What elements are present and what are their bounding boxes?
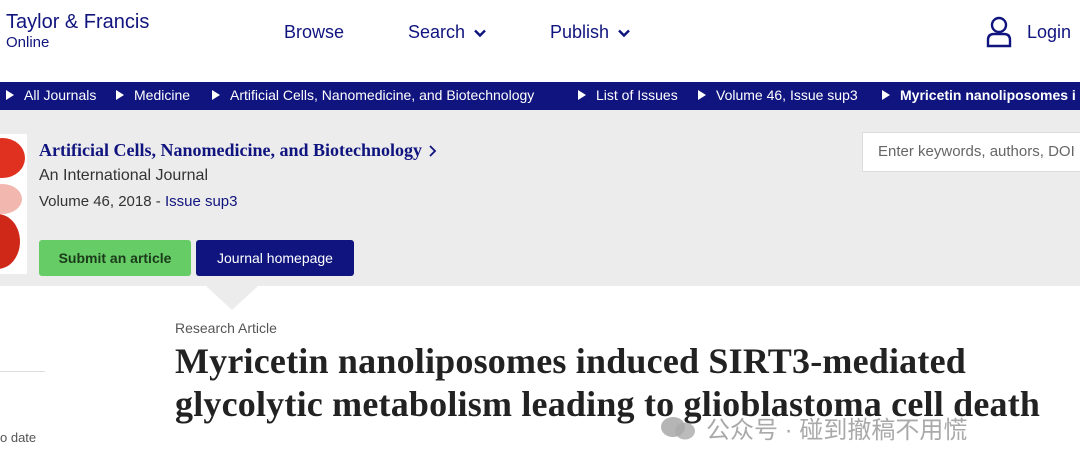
breadcrumb-list-of-issues[interactable]: List of Issues (578, 87, 678, 103)
journal-title-link[interactable]: Artificial Cells, Nanomedicine, and Biot… (39, 140, 437, 161)
journal-title: Artificial Cells, Nanomedicine, and Biot… (39, 140, 422, 160)
nav-browse[interactable]: Browse (284, 22, 344, 43)
breadcrumb-arrow-icon (578, 90, 586, 100)
tandf-logo[interactable]: Taylor & Francis Online (6, 12, 149, 50)
nav-publish-label: Publish (550, 22, 610, 42)
nav-search-label: Search (408, 22, 466, 42)
user-icon (986, 16, 1012, 48)
nav-browse-label: Browse (284, 22, 345, 42)
breadcrumb-label: Myricetin nanoliposomes i (900, 87, 1076, 103)
logo-line2: Online (6, 34, 50, 51)
chevron-right-icon (429, 144, 437, 157)
breadcrumb-label: All Journals (24, 87, 97, 103)
search-input[interactable]: Enter keywords, authors, DOI (862, 132, 1080, 172)
breadcrumb-arrow-icon (116, 90, 124, 100)
breadcrumb-arrow-icon (6, 90, 14, 100)
breadcrumb-label: List of Issues (596, 87, 678, 103)
breadcrumb-volume[interactable]: Volume 46, Issue sup3 (698, 87, 858, 103)
article-type: Research Article (175, 320, 277, 336)
breadcrumb-label: Medicine (134, 87, 191, 103)
breadcrumb-arrow-icon (212, 90, 220, 100)
breadcrumb: All Journals Medicine Artificial Cells, … (0, 82, 1080, 110)
journal-homepage-button[interactable]: Journal homepage (196, 240, 354, 276)
chevron-down-icon (474, 29, 486, 37)
breadcrumb-label: Artificial Cells, Nanomedicine, and Biot… (230, 87, 535, 103)
breadcrumb-arrow-icon (882, 90, 890, 100)
issue-link[interactable]: Issue sup3 (165, 193, 238, 210)
breadcrumb-arrow-icon (698, 90, 706, 100)
wechat-watermark: 公众号 · 碰到撤稿不用慌 (658, 410, 967, 445)
sidebar-date-text: o date (0, 430, 37, 445)
watermark-text: 公众号 · 碰到撤稿不用慌 (706, 417, 968, 444)
login-button[interactable]: Login (985, 16, 1071, 48)
journal-header: Artificial Cells, Nanomedicine, and Biot… (0, 110, 1080, 286)
volume-text: Volume 46, 2018 - (39, 193, 161, 210)
breadcrumb-medicine[interactable]: Medicine (116, 87, 190, 103)
logo-line1: Taylor & Francis (6, 11, 150, 33)
breadcrumb-current: Myricetin nanoliposomes i (882, 87, 1076, 103)
journal-subtitle: An International Journal (39, 167, 208, 184)
breadcrumb-label: Volume 46, Issue sup3 (716, 87, 858, 103)
breadcrumb-all-journals[interactable]: All Journals (6, 87, 96, 103)
journal-cover-image[interactable] (0, 134, 27, 274)
chevron-down-icon (618, 29, 630, 37)
site-header: Taylor & Francis Online Browse Search Pu… (0, 0, 1080, 82)
sidebar-divider (0, 371, 45, 372)
nav-publish[interactable]: Publish (550, 22, 631, 43)
wechat-icon (661, 416, 695, 439)
breadcrumb-journal[interactable]: Artificial Cells, Nanomedicine, and Biot… (212, 87, 534, 103)
submit-article-button[interactable]: Submit an article (39, 240, 191, 276)
journal-volume: Volume 46, 2018 - Issue sup3 (39, 193, 237, 210)
band-pointer (206, 286, 258, 310)
nav-search[interactable]: Search (408, 22, 487, 43)
login-label: Login (1027, 21, 1072, 42)
